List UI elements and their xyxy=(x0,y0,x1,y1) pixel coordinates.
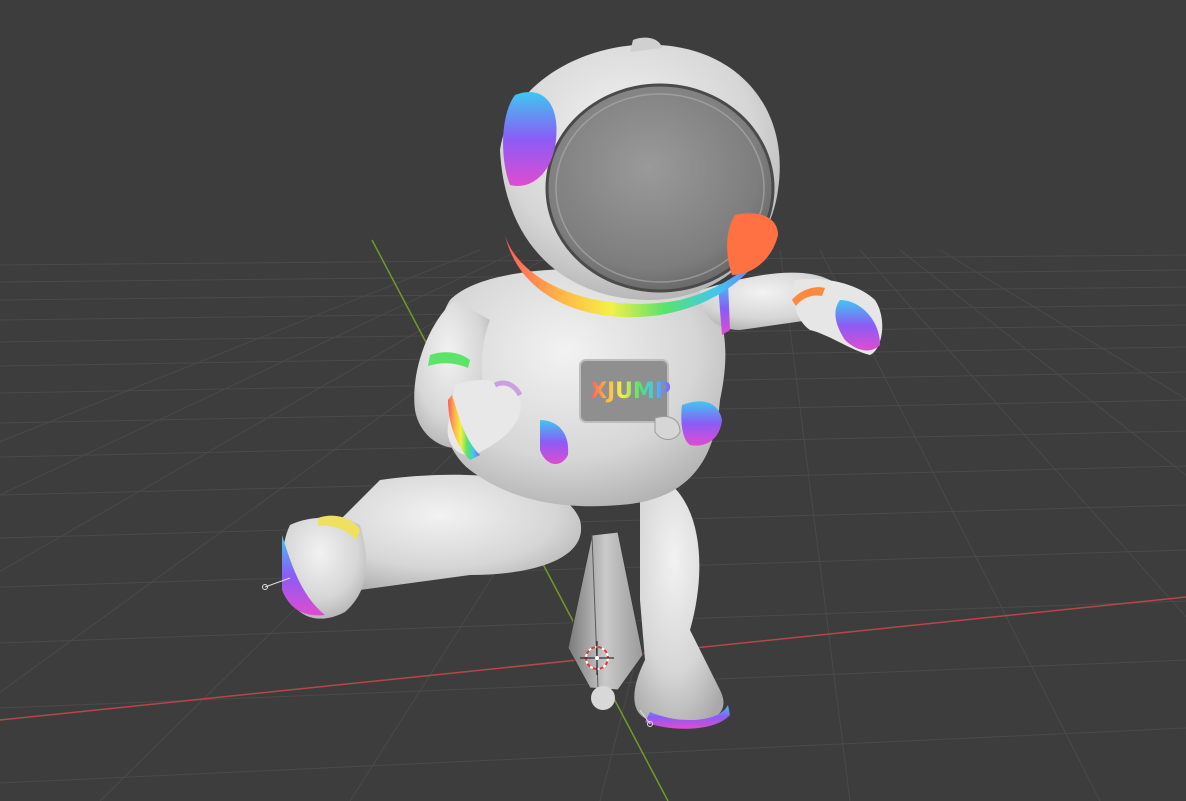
astronaut-model[interactable]: XJUMP xyxy=(262,37,883,729)
armature-bone[interactable] xyxy=(567,531,644,710)
3d-viewport[interactable]: XJUMP xyxy=(0,0,1186,801)
chest-patch-text: XJUMP xyxy=(590,379,671,404)
